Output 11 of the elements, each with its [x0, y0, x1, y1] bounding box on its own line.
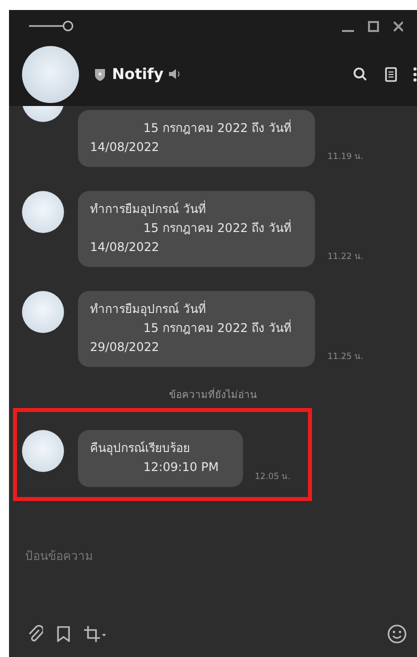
message-bubble: ทำการยืมอุปกรณ์ วันที่ 15 กรกฎาคม 2022 ถึง วันที่ 14/08/2022 — [78, 191, 316, 267]
message-time: 11.19 น. — [327, 151, 364, 164]
message-bubble: ทำการยืมอุปกรณ์ วันที่ 15 กรกฎาคม 2022 ถึง วันที่ 29/08/2022 — [78, 291, 316, 367]
message-time: 12.05 น. — [254, 471, 290, 484]
message-bubble: คืนอุปกรณ์เรียบร้อย 12:09:10 PM — [78, 430, 243, 487]
unread-divider: ข้อความที่ยังไม่อ่าน — [9, 377, 417, 408]
message-input[interactable]: ป้อนข้อความ — [25, 549, 385, 563]
message-bubble: 15 กรกฎาคม 2022 ถึง วันที่ 14/08/2022 — [78, 110, 316, 167]
chat-title: Notify — [112, 65, 164, 83]
message-time: 11.25 น. — [327, 351, 364, 364]
message-time: 11.22 น. — [327, 251, 364, 264]
